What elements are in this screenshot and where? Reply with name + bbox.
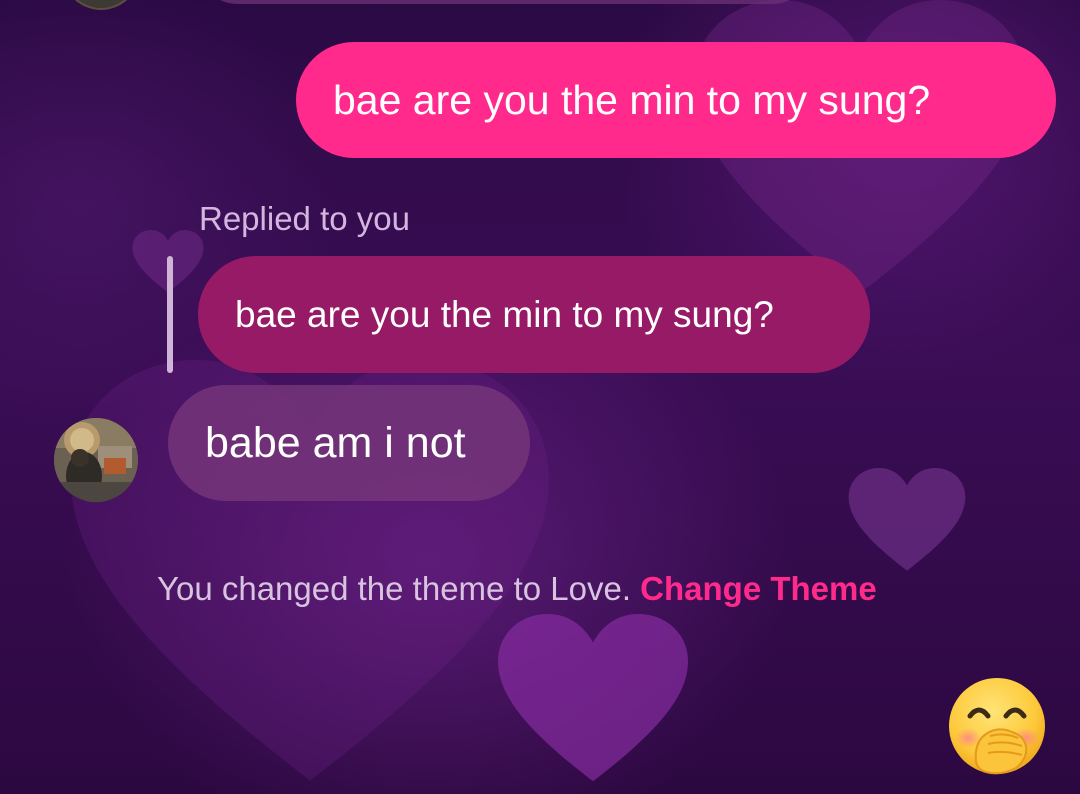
background-heart-icon	[498, 612, 688, 787]
theme-change-text: You changed the theme to Love.	[157, 570, 631, 607]
chat-thread: bae are you the min to my sung? Replied …	[0, 0, 1080, 794]
quoted-message-text: bae are you the min to my sung?	[235, 294, 774, 335]
previous-message-bubble[interactable]	[200, 0, 810, 4]
contact-avatar[interactable]	[54, 418, 138, 502]
change-theme-link[interactable]: Change Theme	[640, 570, 877, 607]
sent-message-bubble[interactable]: bae are you the min to my sung?	[296, 42, 1056, 158]
theme-change-notice: You changed the theme to Love. Change Th…	[157, 568, 877, 610]
received-message-bubble[interactable]: babe am i not	[168, 385, 530, 501]
background-heart-icon	[848, 468, 966, 573]
hand-over-mouth-emoji-icon[interactable]	[946, 676, 1048, 778]
sent-message-text: bae are you the min to my sung?	[333, 77, 931, 123]
quoted-message-bubble[interactable]: bae are you the min to my sung?	[198, 256, 870, 373]
reply-context-label: Replied to you	[199, 200, 410, 237]
reply-indicator-bar	[167, 256, 173, 373]
previous-avatar[interactable]	[60, 0, 142, 10]
received-message-text: babe am i not	[205, 419, 466, 467]
